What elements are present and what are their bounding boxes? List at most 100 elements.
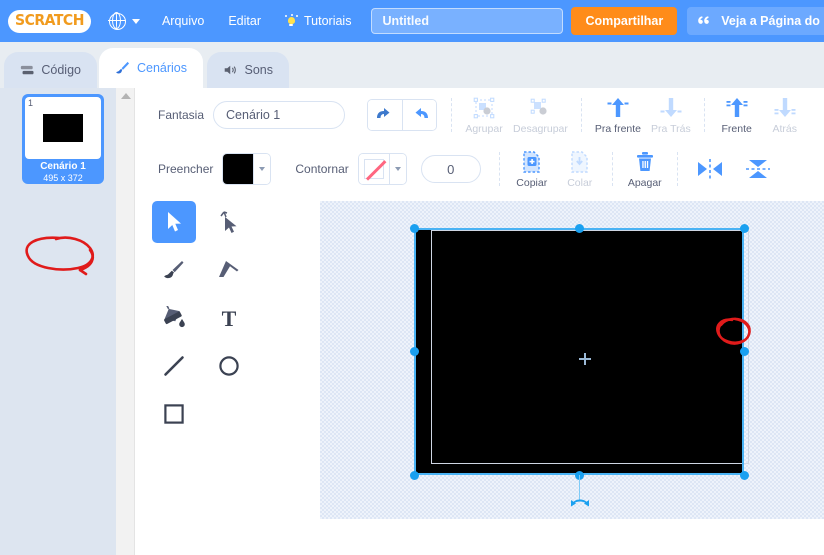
stroke-label: Contornar (295, 162, 349, 176)
scratch-logo-text: SCRATCH (15, 12, 84, 29)
stroke-color-swatch[interactable] (358, 154, 389, 184)
resize-handle-bottom-right[interactable] (739, 470, 749, 480)
stroke-color-control (357, 153, 407, 185)
paste-button-label: Colar (567, 177, 593, 189)
backward-one-button[interactable]: Pra Trás (646, 95, 696, 135)
tool-text[interactable]: T (207, 297, 251, 339)
tool-reshape[interactable] (207, 201, 251, 243)
forward-one-button-label: Pra frente (594, 123, 642, 135)
tool-line[interactable] (152, 345, 196, 387)
see-project-page-label: Veja a Página do (721, 14, 820, 28)
costume-list-item[interactable]: 1 Cenário 1 495 x 372 (22, 94, 104, 184)
bring-to-front-button-label: Frente (721, 123, 752, 135)
costume-thumbnail-shape (43, 114, 83, 142)
menu-bar: SCRATCH Arquivo Editar Tutoriais Compart… (0, 0, 824, 42)
fill-color-dropdown[interactable] (253, 154, 271, 184)
see-project-page-button[interactable]: Veja a Página do (687, 7, 824, 35)
cursor-arrow-icon (167, 212, 181, 232)
forward-one-icon (606, 95, 630, 121)
sidebar-scrollbar[interactable] (116, 88, 135, 555)
flip-horizontal-button[interactable] (686, 156, 734, 182)
menu-item-arquivo[interactable]: Arquivo (150, 0, 216, 42)
tab-sons[interactable]: Sons (207, 52, 289, 88)
flip-vertical-button[interactable] (734, 156, 782, 182)
undo-redo-group (367, 99, 438, 131)
chevron-down-icon (131, 18, 140, 24)
tool-circle[interactable] (207, 345, 251, 387)
forward-one-button[interactable]: Pra frente (590, 95, 646, 135)
fill-label: Preencher (158, 162, 214, 176)
rectangle-icon (163, 404, 184, 424)
code-blocks-icon (20, 65, 34, 74)
paintbrush-icon (163, 261, 183, 279)
chevron-down-icon (394, 167, 401, 171)
group-button-label: Agrupar (465, 123, 503, 135)
resize-handle-top-left[interactable] (409, 223, 419, 233)
paint-canvas[interactable] (320, 201, 824, 519)
menu-item-label: Tutoriais (303, 14, 352, 28)
rotate-handle-icon[interactable] (569, 494, 591, 510)
scratch-paint-editor-window: SCRATCH Arquivo Editar Tutoriais Compart… (0, 0, 824, 555)
tool-fill[interactable] (152, 297, 196, 339)
delete-button[interactable]: Apagar (621, 149, 669, 189)
tab-label: Sons (244, 63, 274, 77)
send-to-back-button[interactable]: Atrás (761, 95, 809, 135)
undo-button[interactable] (368, 100, 403, 130)
undo-arrow-icon (377, 108, 390, 118)
reshape-node-icon (219, 211, 236, 233)
resize-handle-top-right[interactable] (739, 223, 749, 233)
paintbrush-icon (116, 61, 130, 74)
share-button[interactable]: Compartilhar (571, 7, 678, 35)
crosshair-icon (579, 353, 591, 365)
annotation-thumbnail-size-circle (25, 236, 94, 276)
ungroup-icon (528, 95, 552, 121)
tool-brush[interactable] (152, 249, 196, 291)
menu-item-tutoriais[interactable]: Tutoriais (273, 0, 363, 42)
tab-codigo[interactable]: Código (4, 52, 97, 88)
resize-handle-top-center[interactable] (574, 223, 584, 233)
redo-button[interactable] (402, 100, 437, 130)
tool-eraser[interactable] (207, 249, 251, 291)
paste-button[interactable]: Colar (556, 149, 604, 189)
chevron-down-icon (259, 167, 266, 171)
lightbulb-icon (284, 13, 298, 28)
costume-list-sidebar: 1 Cenário 1 495 x 372 (0, 88, 135, 555)
eraser-icon (218, 261, 239, 278)
tool-palette: T (146, 201, 256, 555)
resize-handle-middle-left[interactable] (409, 346, 419, 356)
menu-item-editar[interactable]: Editar (216, 0, 273, 42)
group-icon (472, 95, 496, 121)
tool-rectangle[interactable] (152, 393, 196, 435)
tool-select[interactable] (151, 201, 196, 243)
backward-one-button-label: Pra Trás (651, 123, 691, 135)
paint-canvas-area[interactable] (290, 201, 824, 555)
project-title-input[interactable] (371, 8, 564, 34)
scratch-logo[interactable]: SCRATCH (8, 9, 91, 33)
delete-button-label: Apagar (627, 177, 662, 189)
flip-vertical-icon (744, 156, 772, 182)
costume-name-label: Cenário 1 (40, 161, 86, 172)
group-button[interactable]: Agrupar (460, 95, 508, 135)
stroke-color-dropdown[interactable] (388, 154, 406, 184)
ungroup-button-label: Desagrupar (513, 123, 568, 135)
ungroup-button[interactable]: Desagrupar (508, 95, 573, 135)
costume-size-label: 495 x 372 (43, 173, 83, 183)
paint-toolbar-top: Fantasia Cenário 1 Agrupar Desagrupar Pr… (136, 88, 824, 142)
fill-color-preview (223, 154, 254, 184)
paste-icon (569, 149, 591, 175)
resize-handle-bottom-left[interactable] (409, 470, 419, 480)
language-selector[interactable] (91, 0, 150, 42)
fill-color-control (222, 153, 272, 185)
back-icon (773, 95, 797, 121)
stroke-width-input[interactable] (420, 155, 481, 183)
resize-handle-middle-right[interactable] (739, 346, 749, 356)
copy-button[interactable]: Copiar (508, 149, 556, 189)
svg-text:T: T (221, 307, 236, 329)
costume-name-input[interactable] (213, 101, 346, 129)
tab-cenarios[interactable]: Cenários (99, 48, 203, 88)
scroll-up-arrow-icon[interactable] (121, 93, 131, 99)
menu-item-label: Editar (228, 14, 261, 28)
fill-color-swatch[interactable] (223, 154, 254, 184)
bring-to-front-button[interactable]: Frente (713, 95, 761, 135)
copy-button-label: Copiar (516, 177, 548, 189)
